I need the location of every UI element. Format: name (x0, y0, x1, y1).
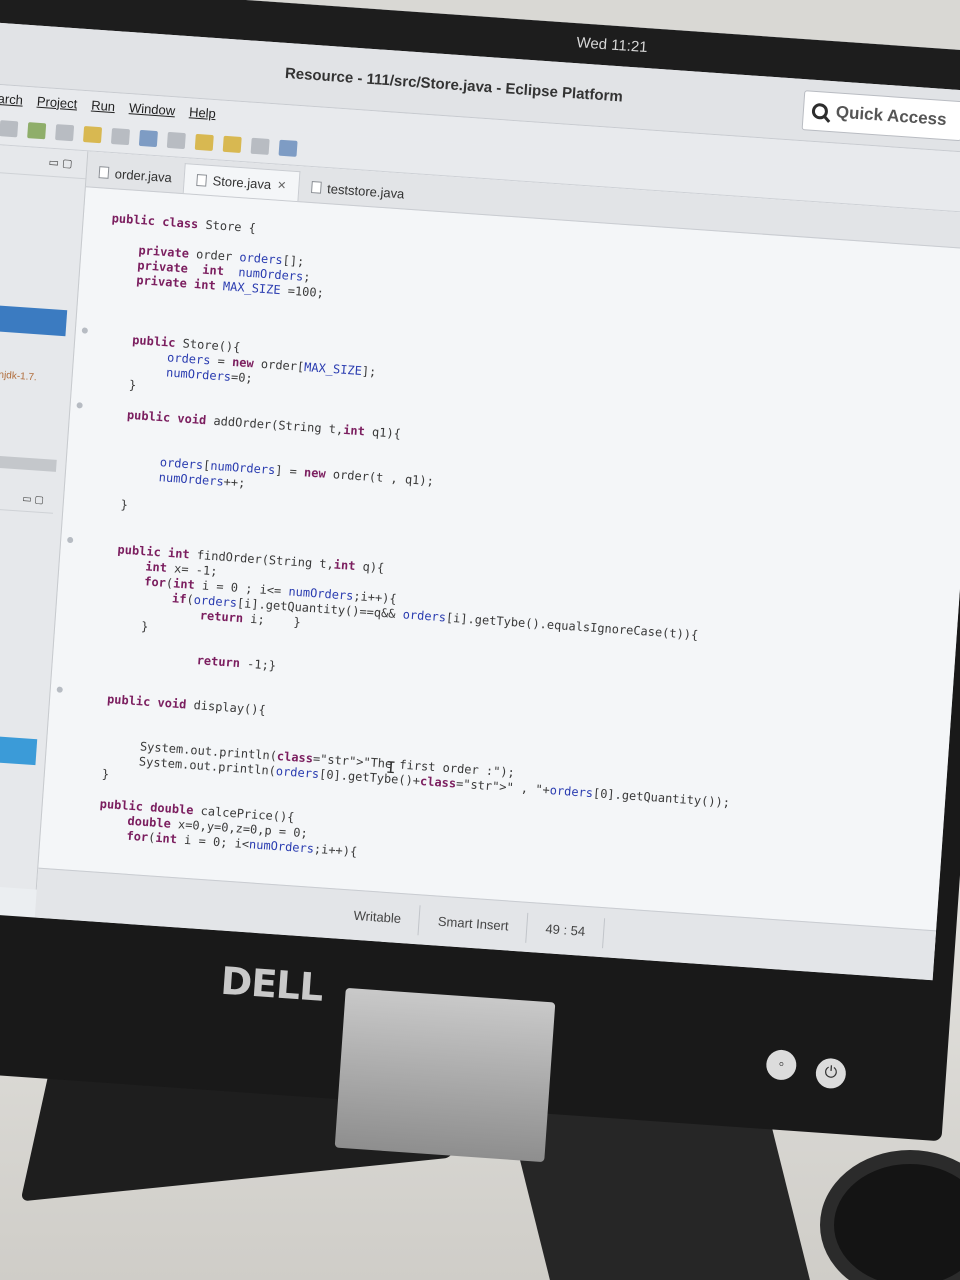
quick-access-field[interactable]: Quick Access (801, 89, 960, 141)
workbench: ▭ ▢ 7.0-openjdk-1.7. ▭ ▢ void int order.… (0, 143, 960, 953)
pin-icon[interactable] (166, 131, 186, 149)
status-insert-mode: Smart Insert (418, 904, 529, 943)
text-cursor-icon: I (385, 757, 397, 778)
menu-project[interactable]: Project (36, 93, 77, 111)
tab-label: order.java (114, 165, 173, 185)
search-icon (811, 102, 829, 120)
jre-library-item[interactable]: 7.0-openjdk-1.7. (0, 367, 37, 383)
fold-marker-icon[interactable] (81, 327, 89, 334)
monitor: Wed 11:21 Resource - 111/src/Store.java … (0, 0, 960, 1142)
quick-access-label: Quick Access (835, 101, 948, 129)
fold-marker-icon[interactable] (66, 536, 74, 544)
menu-search[interactable]: Search (0, 89, 24, 107)
open-type-icon[interactable] (83, 125, 103, 143)
back-icon[interactable] (222, 135, 242, 153)
monitor-menu-button[interactable]: ◦ (765, 1048, 798, 1081)
selected-tree-item[interactable] (0, 303, 68, 337)
outline-panel-controls[interactable]: ▭ ▢ (0, 482, 55, 514)
menu-run[interactable]: Run (91, 97, 116, 114)
java-file-icon (310, 181, 322, 194)
tab-label: teststore.java (326, 180, 405, 201)
forward-icon[interactable] (250, 137, 270, 155)
menu-window[interactable]: Window (129, 100, 176, 118)
run-icon[interactable] (27, 121, 47, 139)
close-icon[interactable]: ✕ (277, 179, 287, 193)
java-file-icon (98, 166, 110, 179)
new-icon[interactable] (0, 119, 19, 137)
menu-help[interactable]: Help (189, 104, 217, 121)
outline-selected-item[interactable] (0, 732, 38, 766)
status-writable: Writable (334, 899, 422, 935)
code-editor[interactable]: I public class Store { private order ord… (37, 187, 960, 952)
system-clock[interactable]: Wed 11:21 (576, 34, 648, 56)
toggle-mark-icon[interactable] (138, 129, 158, 147)
java-file-icon (196, 173, 208, 187)
search-tool-icon[interactable] (110, 127, 131, 145)
fold-marker-icon[interactable] (76, 402, 83, 409)
horizontal-scrollbar[interactable] (0, 452, 57, 472)
screen: Wed 11:21 Resource - 111/src/Store.java … (0, 0, 960, 981)
editor-area: order.java Store.java ✕ teststore.java I… (36, 151, 960, 953)
tab-label: Store.java (212, 173, 272, 193)
power-button[interactable]: ⏻ (814, 1057, 847, 1090)
monitor-stand-neck (334, 987, 556, 1163)
dell-logo: DELL (219, 958, 325, 1010)
perspective-icon[interactable] (278, 139, 298, 157)
debug-icon[interactable] (55, 123, 75, 141)
fold-marker-icon[interactable] (56, 686, 63, 693)
annotation-next-icon[interactable] (194, 133, 214, 151)
status-cursor-position: 49 : 54 (526, 912, 606, 948)
